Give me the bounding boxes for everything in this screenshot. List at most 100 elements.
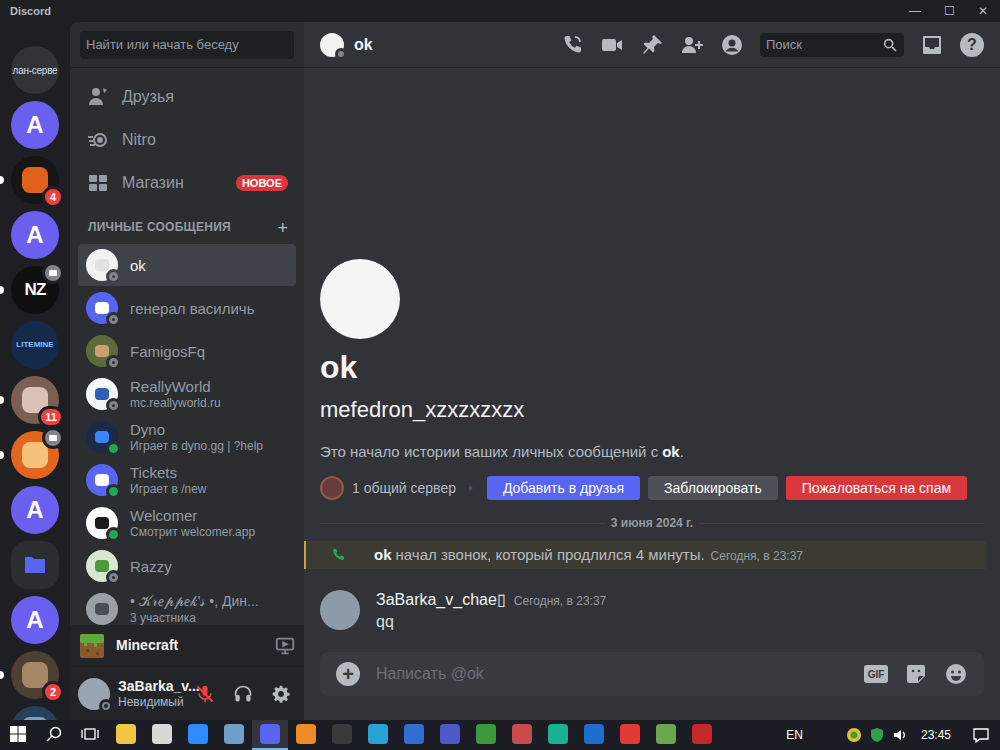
taskbar-app[interactable] <box>540 720 576 750</box>
window-control-button[interactable]: ☐ <box>932 0 966 22</box>
secondary-button[interactable]: Заблокировать <box>648 476 778 500</box>
message-composer[interactable]: + Написать @ok GIF <box>320 652 984 696</box>
server-item[interactable]: A <box>0 101 70 149</box>
header-avatar[interactable] <box>320 33 344 57</box>
tray-shield-icon[interactable] <box>869 727 885 743</box>
taskbar-app[interactable] <box>684 720 720 750</box>
server-icon[interactable]: LITEMINE <box>11 321 59 369</box>
server-icon[interactable] <box>11 541 59 589</box>
inbox-icon[interactable] <box>920 33 944 57</box>
dm-item[interactable]: ReallyWorldmc.reallyworld.ru <box>78 373 296 415</box>
taskbar-app[interactable] <box>288 720 324 750</box>
conversation-search[interactable]: Найти или начать беседу <box>80 31 294 59</box>
server-item[interactable]: 4 <box>0 156 70 204</box>
message-input[interactable]: Написать @ok <box>376 662 864 686</box>
stream-icon[interactable] <box>274 635 296 657</box>
gif-button[interactable]: GIF <box>864 665 888 683</box>
sidebar-nav-item[interactable]: Nitro <box>78 119 296 161</box>
tray-app-icon[interactable] <box>846 727 862 743</box>
taskbar-app[interactable] <box>468 720 504 750</box>
taskbar-app[interactable] <box>324 720 360 750</box>
author-name[interactable]: ЗаBarka_v_chae▯ <box>376 589 506 611</box>
window-control-button[interactable]: — <box>898 0 932 22</box>
user-profile-icon[interactable] <box>720 33 744 57</box>
volume-icon[interactable] <box>892 727 908 743</box>
dm-item[interactable]: FamigosFq <box>78 330 296 372</box>
taskbar-app[interactable] <box>144 720 180 750</box>
server-item[interactable]: лан-серве <box>0 46 70 94</box>
taskbar-app[interactable] <box>180 720 216 750</box>
taskbar-app[interactable] <box>0 720 36 750</box>
taskbar-app[interactable] <box>576 720 612 750</box>
dm-item[interactable]: ok <box>78 244 296 286</box>
server-item[interactable]: LITEMINE <box>0 321 70 369</box>
author-avatar[interactable] <box>320 590 360 630</box>
server-item[interactable]: NZ <box>0 266 70 314</box>
server-item[interactable]: A <box>0 596 70 644</box>
video-call-icon[interactable] <box>600 33 624 57</box>
phone-call-icon[interactable] <box>560 33 584 57</box>
taskbar-app[interactable] <box>36 720 72 750</box>
input-language[interactable]: EN <box>786 726 803 744</box>
chat-title[interactable]: ok <box>354 33 373 57</box>
server-icon[interactable]: A <box>11 211 59 259</box>
primary-button[interactable]: Добавить в друзья <box>487 476 640 500</box>
server-item[interactable]: 11 <box>0 376 70 424</box>
settings-button[interactable] <box>266 678 296 710</box>
sidebar-nav-item[interactable]: МагазинНОВОЕ <box>78 162 296 204</box>
taskbar-app[interactable] <box>72 720 108 750</box>
taskbar-app[interactable] <box>396 720 432 750</box>
add-member-icon[interactable] <box>680 33 704 57</box>
mutual-servers[interactable]: 1 общий сервер <box>352 478 456 499</box>
taskbar-app[interactable] <box>648 720 684 750</box>
message-list: ok mefedron_xzxzxzxzx Это начало истории… <box>304 68 1000 652</box>
server-icon[interactable]: лан-серве <box>11 46 59 94</box>
deafen-button[interactable] <box>228 678 258 710</box>
user-avatar[interactable] <box>78 678 110 710</box>
message-search[interactable]: Поиск <box>760 33 904 57</box>
dm-avatar <box>86 507 118 539</box>
notifications-icon[interactable] <box>972 726 990 744</box>
taskbar-app[interactable] <box>432 720 468 750</box>
server-icon[interactable]: A <box>11 486 59 534</box>
server-item[interactable]: A <box>0 486 70 534</box>
activity-bar[interactable]: Minecraft <box>70 625 304 667</box>
taskbar-app[interactable] <box>108 720 144 750</box>
server-item[interactable]: 2 <box>0 651 70 699</box>
mutual-server-icon[interactable] <box>320 476 344 500</box>
messages: ЗаBarka_v_chae▯Сегодня, в 23:37qq <box>304 589 1000 633</box>
help-button[interactable]: ? <box>960 33 984 57</box>
emoji-icon[interactable] <box>944 662 968 686</box>
dm-item[interactable]: DynoИграет в dyno.gg | ?help <box>78 416 296 458</box>
sidebar-nav-item[interactable]: Друзья <box>78 76 296 118</box>
taskbar-app[interactable] <box>360 720 396 750</box>
server-item[interactable] <box>0 431 70 479</box>
user-info[interactable]: ЗаBarka_v... Невидимый <box>118 677 182 710</box>
dm-avatar <box>86 421 118 453</box>
server-icon[interactable] <box>11 706 59 720</box>
server-item[interactable] <box>0 706 70 720</box>
taskbar-app[interactable] <box>216 720 252 750</box>
taskbar-app[interactable] <box>612 720 648 750</box>
dm-item[interactable]: WelcomerСмотрит welcomer.app <box>78 502 296 544</box>
dm-item[interactable]: • 𝒦𝓇𝑒𝓅𝓅𝑒𝓀'𝓈 •, Дин...3 участника <box>78 588 296 625</box>
server-icon[interactable]: A <box>11 101 59 149</box>
dm-item[interactable]: Razzy <box>78 545 296 587</box>
danger-button[interactable]: Пожаловаться на спам <box>786 476 967 500</box>
dm-item[interactable]: TicketsИграет в /new <box>78 459 296 501</box>
window-control-button[interactable]: ✕ <box>966 0 1000 22</box>
server-icon[interactable]: A <box>11 596 59 644</box>
server-item[interactable] <box>0 541 70 589</box>
sticker-icon[interactable] <box>904 662 928 686</box>
taskbar-app[interactable] <box>504 720 540 750</box>
profile-avatar[interactable] <box>320 259 400 339</box>
server-item[interactable]: A <box>0 211 70 259</box>
clock[interactable]: 23:45 <box>921 726 951 744</box>
taskbar-app[interactable] <box>252 720 288 750</box>
attach-button[interactable]: + <box>336 662 360 686</box>
call-caller[interactable]: ok <box>374 544 392 567</box>
dm-item[interactable]: генерал василичь <box>78 287 296 329</box>
create-dm-button[interactable]: + <box>277 220 288 236</box>
pin-icon[interactable] <box>640 33 664 57</box>
mute-button[interactable] <box>190 678 220 710</box>
